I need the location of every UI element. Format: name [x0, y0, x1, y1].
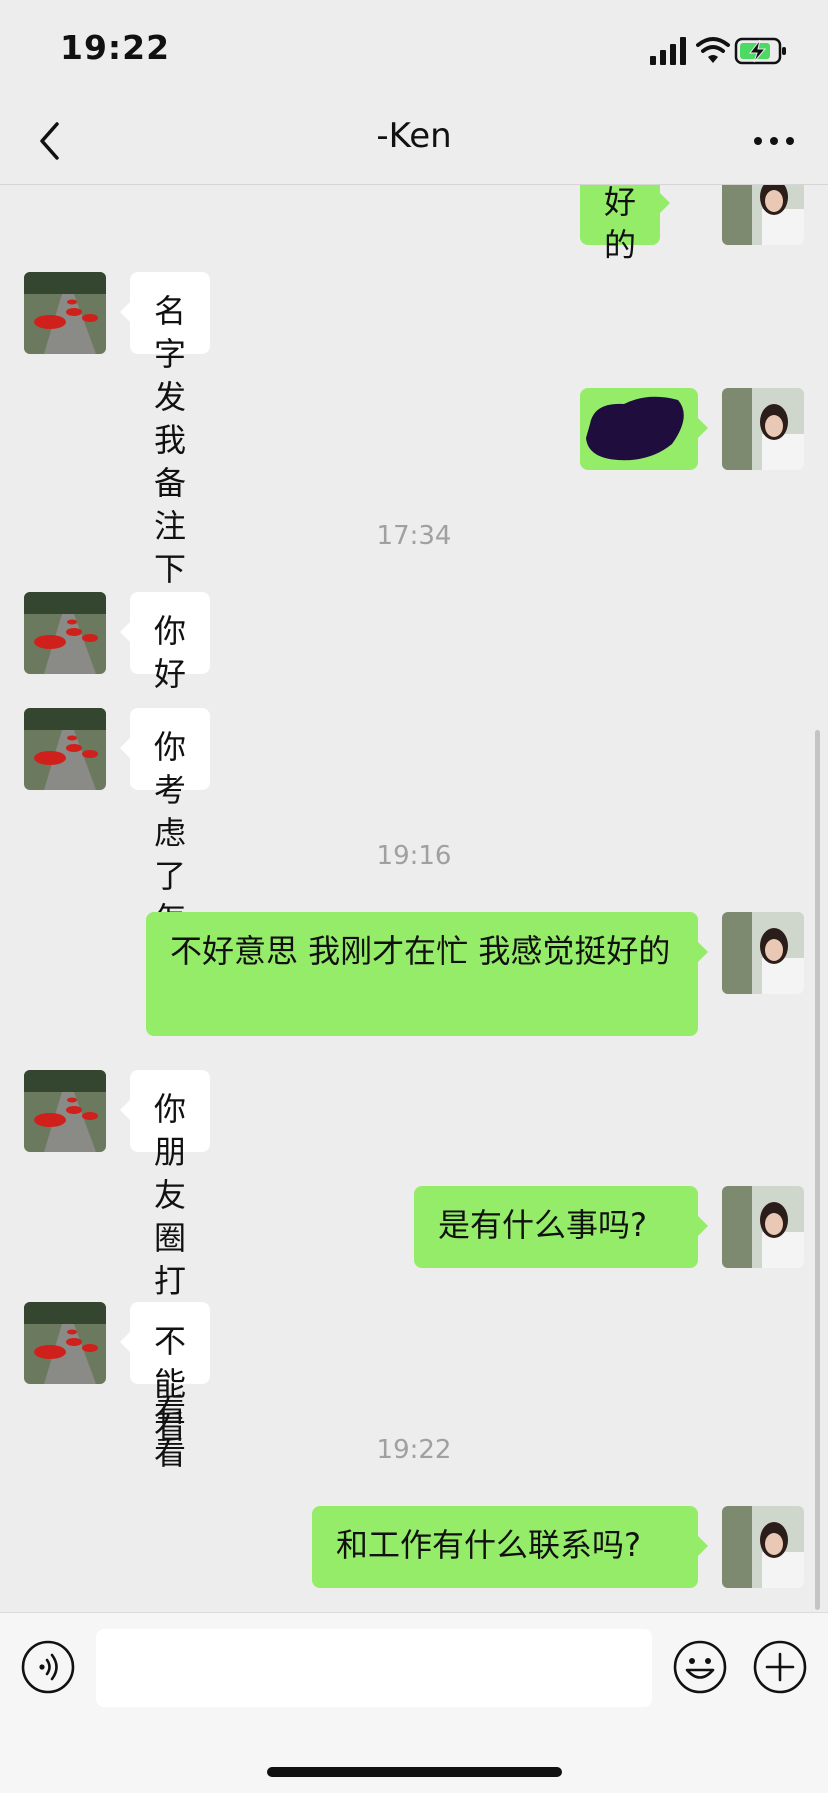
timestamp: 19:16 [376, 841, 452, 871]
avatar-contact[interactable] [24, 592, 106, 674]
voice-icon[interactable] [20, 1639, 76, 1695]
wifi-icon [696, 37, 730, 63]
message-bubble[interactable]: 你好 [119, 592, 211, 693]
message-bubble-redacted[interactable] [580, 388, 708, 470]
redaction-scribble [586, 396, 684, 461]
chat-header: -Ken [0, 96, 828, 185]
message-bubble[interactable]: 你考虑了怎么样 [119, 708, 211, 1024]
message-bubble[interactable]: 好的 [580, 185, 671, 264]
message-bubble[interactable]: 不好意思 我刚才在忙 我感觉挺好的 [146, 912, 708, 1036]
message-bubble[interactable]: 你朋友圈打开我看看 [119, 1070, 211, 1472]
avatar-self[interactable] [722, 185, 804, 245]
plus-icon[interactable] [752, 1639, 808, 1695]
cellular-signal-icon [650, 37, 686, 65]
chat-title: -Ken [376, 116, 452, 156]
status-time: 19:22 [60, 28, 171, 67]
battery-charging-icon [734, 37, 786, 65]
more-dots-icon[interactable] [744, 114, 804, 168]
avatar-self[interactable] [722, 388, 804, 470]
message-input[interactable] [96, 1629, 652, 1707]
input-bar [0, 1612, 828, 1793]
scrollbar[interactable] [815, 730, 820, 1610]
timestamp: 19:22 [376, 1435, 452, 1465]
emoji-icon[interactable] [672, 1639, 728, 1695]
status-bar: 19:22 [0, 0, 828, 96]
avatar-self[interactable] [722, 1506, 804, 1588]
avatar-contact[interactable] [24, 1070, 106, 1152]
avatar-contact[interactable] [24, 708, 106, 790]
home-indicator[interactable] [267, 1767, 562, 1777]
chat-message-list[interactable]: 好的 名字发我备注下 17:34 你好 你考虑了怎么样 19: [0, 185, 828, 1612]
avatar-contact[interactable] [24, 1302, 106, 1384]
message-bubble[interactable]: 名字发我备注下 [119, 272, 211, 588]
avatar-self[interactable] [722, 1186, 804, 1268]
message-bubble[interactable]: 和工作有什么联系吗? [312, 1506, 708, 1588]
avatar-self[interactable] [722, 912, 804, 994]
timestamp: 17:34 [376, 521, 452, 551]
status-icons [650, 37, 786, 65]
message-bubble[interactable]: 不能看 [119, 1302, 211, 1446]
avatar-contact[interactable] [24, 272, 106, 354]
message-bubble[interactable]: 是有什么事吗? [414, 1186, 708, 1268]
